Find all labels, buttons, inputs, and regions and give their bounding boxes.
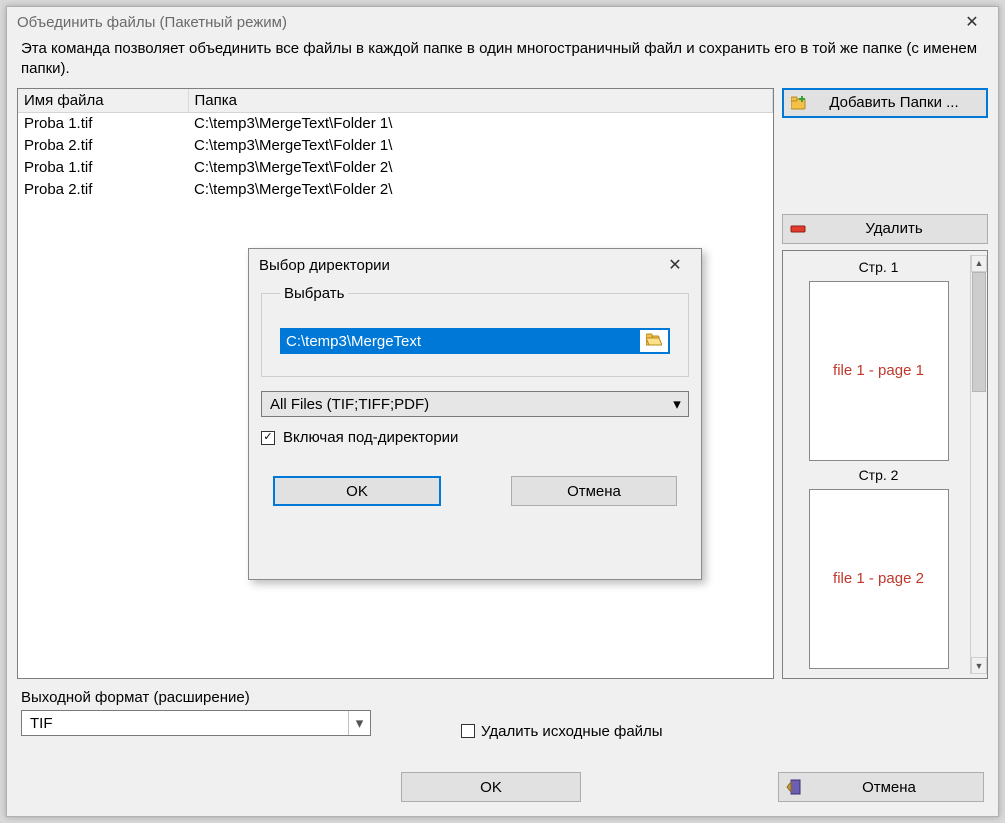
table-row[interactable]: Proba 1.tif C:\temp3\MergeText\Folder 2\ <box>18 157 773 179</box>
select-group: Выбрать C:\temp3\MergeText <box>261 285 689 377</box>
add-folders-button[interactable]: Добавить Папки ... <box>782 88 988 118</box>
output-format-label: Выходной формат (расширение) <box>21 689 454 706</box>
scroll-track[interactable] <box>971 272 987 658</box>
delete-source-label: Удалить исходные файлы <box>481 723 663 740</box>
scroll-down-button[interactable]: ▼ <box>971 657 987 674</box>
include-subdirs-checkbox[interactable] <box>261 431 275 445</box>
chevron-down-icon: ▾ <box>666 392 688 416</box>
group-legend: Выбрать <box>280 285 348 302</box>
close-icon: ✕ <box>668 255 681 275</box>
main-titlebar: Объединить файлы (Пакетный режим) ✕ <box>7 7 998 37</box>
main-cancel-button[interactable]: Отмена <box>778 772 984 802</box>
inner-cancel-button[interactable]: Отмена <box>511 476 677 506</box>
preview-thumbnail: file 1 - page 1 <box>809 281 949 461</box>
description-text: Эта команда позволяет объединить все фай… <box>21 39 984 80</box>
table-row[interactable]: Proba 2.tif C:\temp3\MergeText\Folder 2\ <box>18 179 773 201</box>
browse-button[interactable] <box>640 330 668 352</box>
preview-scrollbar[interactable]: ▲ ▼ <box>970 255 987 675</box>
side-panel: Добавить Папки ... Удалить Стр. 1 <box>782 88 988 680</box>
scroll-up-button[interactable]: ▲ <box>971 255 987 272</box>
inner-close-button[interactable]: ✕ <box>655 251 695 279</box>
main-ok-button[interactable]: OK <box>401 772 581 802</box>
inner-ok-button[interactable]: OK <box>273 476 441 506</box>
table-row[interactable]: Proba 1.tif C:\temp3\MergeText\Folder 1\ <box>18 113 773 135</box>
preview-thumbnail: file 1 - page 2 <box>809 489 949 669</box>
table-row[interactable]: Proba 2.tif C:\temp3\MergeText\Folder 1\ <box>18 135 773 157</box>
scroll-thumb[interactable] <box>972 272 986 392</box>
exit-icon <box>785 779 801 795</box>
main-close-button[interactable]: ✕ <box>952 8 992 36</box>
file-type-select[interactable]: All Files (TIF;TIFF;PDF) ▾ <box>261 391 689 417</box>
delete-source-checkbox[interactable] <box>461 724 475 738</box>
col-header-folder[interactable]: Папка <box>188 89 773 113</box>
directory-path-input[interactable]: C:\temp3\MergeText <box>280 328 670 354</box>
preview-page[interactable]: Стр. 1 file 1 - page 1 <box>791 259 966 461</box>
choose-directory-dialog: Выбор директории ✕ Выбрать C:\temp3\Merg… <box>248 248 702 580</box>
delete-icon <box>789 221 807 237</box>
preview-page[interactable]: Стр. 2 file 1 - page 2 <box>791 467 966 669</box>
col-header-name[interactable]: Имя файла <box>18 89 188 113</box>
close-icon: ✕ <box>965 12 978 32</box>
inner-title: Выбор директории <box>259 257 655 274</box>
inner-titlebar: Выбор директории ✕ <box>249 249 701 281</box>
include-subdirs-label: Включая под-директории <box>283 429 458 446</box>
folder-open-icon <box>646 333 662 350</box>
preview-panel: Стр. 1 file 1 - page 1 Стр. 2 file 1 - p… <box>782 250 988 680</box>
main-title: Объединить файлы (Пакетный режим) <box>17 14 952 31</box>
delete-button[interactable]: Удалить <box>782 214 988 244</box>
folder-add-icon <box>790 95 808 111</box>
